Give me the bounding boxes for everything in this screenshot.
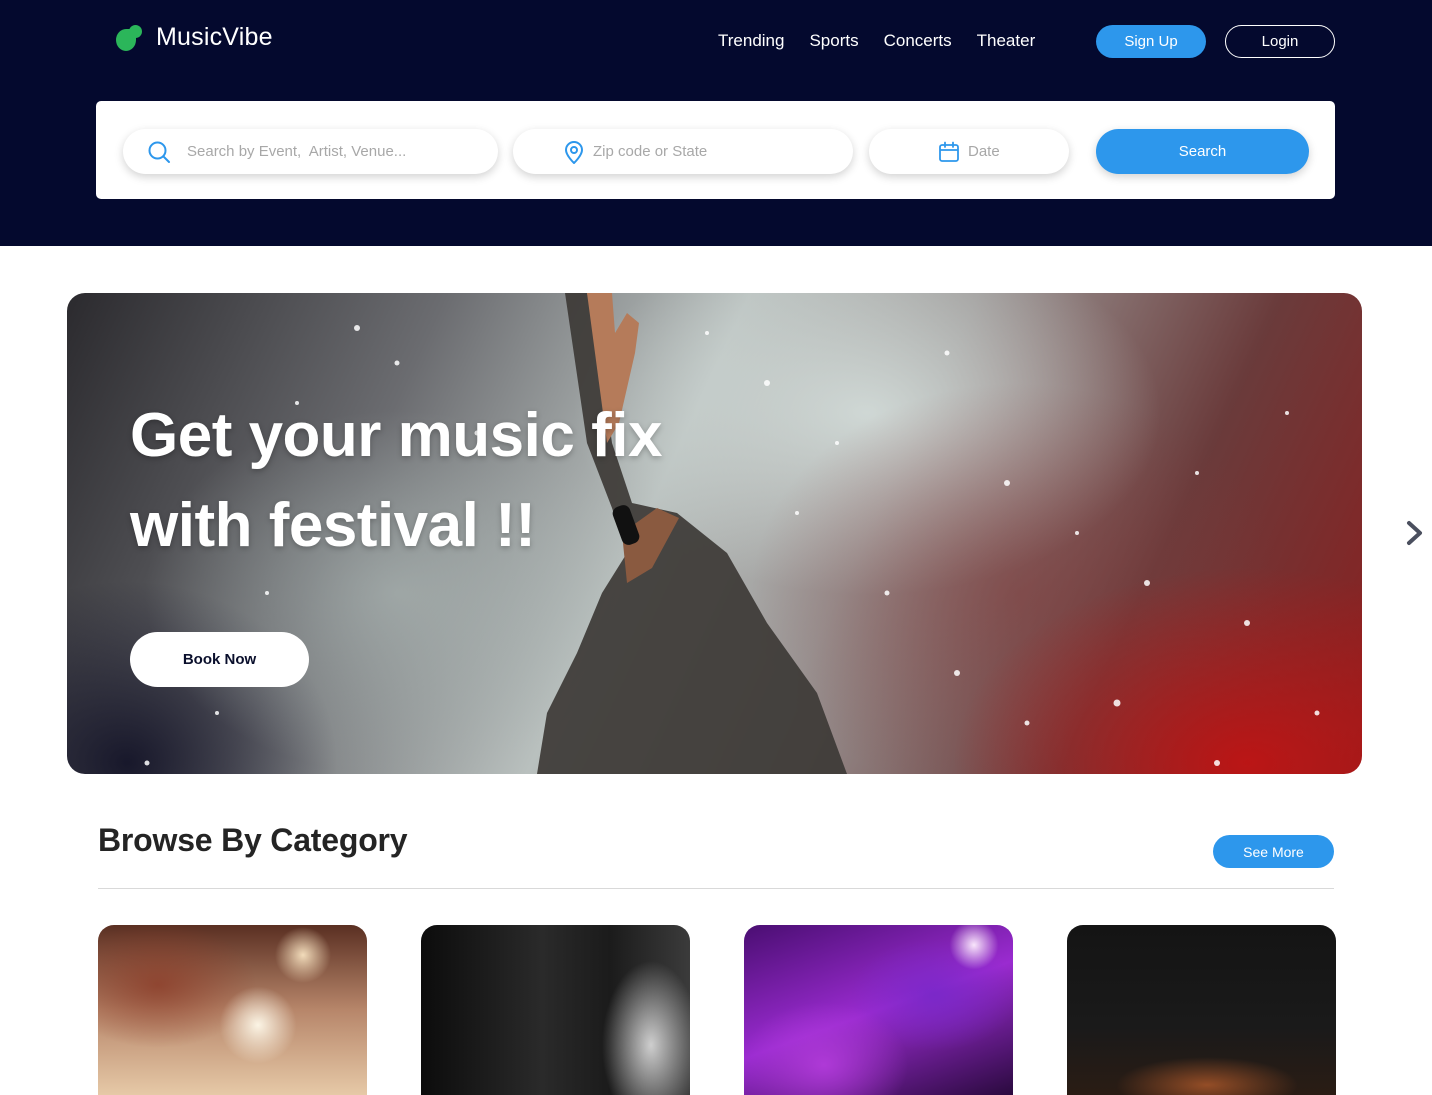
category-card-festival[interactable]	[98, 925, 367, 1095]
book-now-button[interactable]: Book Now	[130, 632, 309, 687]
nav-item-theater[interactable]: Theater	[977, 31, 1036, 51]
event-search-input[interactable]	[187, 143, 467, 160]
category-card-guitar[interactable]	[421, 925, 690, 1095]
date-input[interactable]	[968, 143, 1068, 160]
logo-icon	[115, 22, 145, 52]
brand-logo[interactable]: MusicVibe	[115, 22, 273, 52]
location-field[interactable]	[513, 129, 853, 174]
signup-button[interactable]: Sign Up	[1096, 25, 1206, 58]
hero-banner: Get your music fix with festival !! Book…	[67, 293, 1362, 774]
hero-title-line-1: Get your music fix	[130, 401, 662, 470]
brand-name: MusicVibe	[156, 22, 273, 51]
nav-item-sports[interactable]: Sports	[809, 31, 858, 51]
location-input[interactable]	[593, 143, 833, 160]
nav-item-concerts[interactable]: Concerts	[884, 31, 952, 51]
section-divider	[98, 888, 1334, 889]
main-nav: Trending Sports Concerts Theater	[718, 31, 1060, 51]
chevron-right-icon[interactable]	[1402, 518, 1428, 548]
see-more-button[interactable]: See More	[1213, 835, 1334, 868]
category-card-carnival[interactable]	[1067, 925, 1336, 1095]
date-field[interactable]	[869, 129, 1069, 174]
section-title: Browse By Category	[98, 822, 408, 858]
calendar-icon	[938, 141, 960, 163]
nav-item-trending[interactable]: Trending	[718, 31, 784, 51]
category-card-concert[interactable]	[744, 925, 1013, 1095]
hero-title-line-2: with festival !!	[130, 491, 536, 560]
search-panel: Search	[96, 101, 1335, 199]
site-header: MusicVibe Trending Sports Concerts Theat…	[0, 0, 1432, 246]
search-icon	[147, 140, 171, 164]
login-button[interactable]: Login	[1225, 25, 1335, 58]
event-search-field[interactable]	[123, 129, 498, 174]
location-pin-icon	[563, 140, 585, 164]
search-button[interactable]: Search	[1096, 129, 1309, 174]
hero-title: Get your music fix with festival !!	[130, 391, 830, 571]
